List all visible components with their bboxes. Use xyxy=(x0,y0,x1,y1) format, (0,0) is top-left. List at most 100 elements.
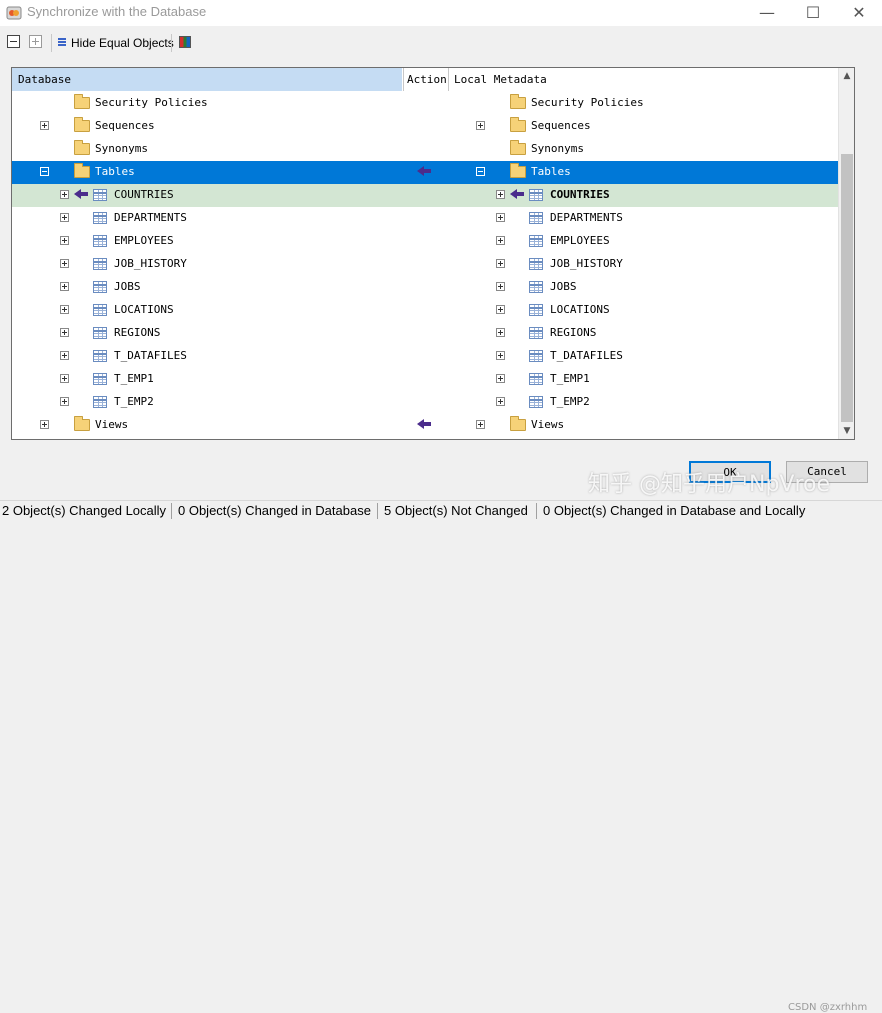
node-label: Tables xyxy=(95,165,135,178)
column-local-metadata[interactable]: Local Metadata xyxy=(450,68,838,91)
expand-icon[interactable] xyxy=(476,420,485,429)
table-icon xyxy=(93,350,107,362)
sync-arrow-icon[interactable] xyxy=(417,419,431,429)
table-icon xyxy=(529,327,543,339)
folder-icon xyxy=(510,140,526,155)
expand-icon[interactable] xyxy=(60,236,69,245)
tree-row[interactable]: Tables Tables xyxy=(12,161,838,184)
node-label: REGIONS xyxy=(114,326,161,339)
node-label: Views xyxy=(531,418,565,431)
expand-icon[interactable] xyxy=(496,282,505,291)
collapse-icon[interactable] xyxy=(40,167,49,176)
scroll-thumb[interactable] xyxy=(841,154,853,422)
folder-icon xyxy=(74,94,90,109)
expand-icon[interactable] xyxy=(60,190,69,199)
node-label: JOBS xyxy=(114,280,141,293)
tree-row[interactable]: T_EMP1 T_EMP1 xyxy=(12,368,838,391)
expand-icon[interactable] xyxy=(60,397,69,406)
tree-row[interactable]: LOCATIONS LOCATIONS xyxy=(12,299,838,322)
node-label: JOB_HISTORY xyxy=(550,257,623,270)
status-not-changed: 5 Object(s) Not Changed xyxy=(384,503,528,518)
table-icon xyxy=(93,396,107,408)
node-label: LOCATIONS xyxy=(550,303,610,316)
expand-all-icon[interactable] xyxy=(29,35,42,48)
expand-icon[interactable] xyxy=(496,328,505,337)
column-action[interactable]: Action xyxy=(403,68,449,91)
node-label: EMPLOYEES xyxy=(550,234,610,247)
table-icon xyxy=(529,373,543,385)
watermark-small: CSDN @zxrhhm xyxy=(788,1002,868,1013)
tree-row[interactable]: JOB_HISTORY JOB_HISTORY xyxy=(12,253,838,276)
collapse-icon[interactable] xyxy=(476,167,485,176)
expand-icon[interactable] xyxy=(60,305,69,314)
folder-icon xyxy=(510,117,526,132)
tree-row[interactable]: T_DATAFILES T_DATAFILES xyxy=(12,345,838,368)
folder-icon xyxy=(74,163,90,178)
hide-equal-label: Hide Equal Objects xyxy=(71,36,174,50)
expand-icon[interactable] xyxy=(60,282,69,291)
tree-row[interactable]: T_EMP2 T_EMP2 xyxy=(12,391,838,414)
sync-arrow-icon xyxy=(74,189,88,199)
tree-row[interactable]: Synonyms Synonyms xyxy=(12,138,838,161)
close-button[interactable]: ✕ xyxy=(836,0,882,26)
expand-icon[interactable] xyxy=(496,351,505,360)
expand-icon[interactable] xyxy=(496,374,505,383)
expand-icon[interactable] xyxy=(496,190,505,199)
expand-icon[interactable] xyxy=(60,213,69,222)
vertical-scrollbar[interactable]: ▲ ▼ xyxy=(838,68,854,439)
collapse-all-icon[interactable] xyxy=(7,35,20,48)
tree-row[interactable]: Sequences Sequences xyxy=(12,115,838,138)
status-separator xyxy=(536,503,537,519)
tree-row[interactable]: EMPLOYEES EMPLOYEES xyxy=(12,230,838,253)
table-icon xyxy=(529,396,543,408)
expand-icon[interactable] xyxy=(496,236,505,245)
expand-icon[interactable] xyxy=(496,305,505,314)
table-icon xyxy=(93,189,107,201)
color-legend-icon[interactable] xyxy=(179,36,191,48)
expand-icon[interactable] xyxy=(40,121,49,130)
expand-icon[interactable] xyxy=(60,328,69,337)
node-label: REGIONS xyxy=(550,326,597,339)
expand-icon[interactable] xyxy=(496,213,505,222)
status-bar: 2 Object(s) Changed Locally 0 Object(s) … xyxy=(0,500,882,1013)
tree-row[interactable]: REGIONS REGIONS xyxy=(12,322,838,345)
expand-icon[interactable] xyxy=(60,374,69,383)
folder-icon xyxy=(74,117,90,132)
tree-row[interactable]: JOBS JOBS xyxy=(12,276,838,299)
node-label: T_EMP2 xyxy=(114,395,154,408)
tree-row[interactable]: DEPARTMENTS DEPARTMENTS xyxy=(12,207,838,230)
sync-arrow-icon xyxy=(510,189,524,199)
node-label: Synonyms xyxy=(531,142,584,155)
table-icon xyxy=(93,212,107,224)
hide-equal-icon xyxy=(58,38,66,46)
table-icon xyxy=(529,281,543,293)
toolbar-separator xyxy=(171,34,172,52)
node-label: Synonyms xyxy=(95,142,148,155)
table-icon xyxy=(93,373,107,385)
minimize-button[interactable]: — xyxy=(744,0,790,26)
expand-icon[interactable] xyxy=(496,259,505,268)
node-label: JOB_HISTORY xyxy=(114,257,187,270)
comparison-tree[interactable]: Database Action Local Metadata Security … xyxy=(11,67,855,440)
expand-icon[interactable] xyxy=(60,259,69,268)
expand-icon[interactable] xyxy=(60,351,69,360)
expand-icon[interactable] xyxy=(476,121,485,130)
status-changed-in-database: 0 Object(s) Changed in Database xyxy=(178,503,371,518)
tree-row[interactable]: COUNTRIES COUNTRIES xyxy=(12,184,838,207)
node-label: Sequences xyxy=(95,119,155,132)
expand-icon[interactable] xyxy=(496,397,505,406)
maximize-button[interactable]: ☐ xyxy=(790,0,836,26)
folder-icon xyxy=(510,416,526,431)
scroll-down-icon[interactable]: ▼ xyxy=(839,423,854,439)
tree-row[interactable]: Views Views xyxy=(12,414,838,437)
sync-arrow-icon[interactable] xyxy=(417,166,431,176)
node-label: DEPARTMENTS xyxy=(114,211,187,224)
status-separator xyxy=(171,503,172,519)
node-label: T_DATAFILES xyxy=(550,349,623,362)
scroll-up-icon[interactable]: ▲ xyxy=(839,68,854,84)
folder-icon xyxy=(74,140,90,155)
expand-icon[interactable] xyxy=(40,420,49,429)
column-database[interactable]: Database xyxy=(12,68,402,91)
watermark: 知乎 @知乎用户NpVroe xyxy=(588,472,831,497)
tree-row[interactable]: Security Policies Security Policies xyxy=(12,92,838,115)
